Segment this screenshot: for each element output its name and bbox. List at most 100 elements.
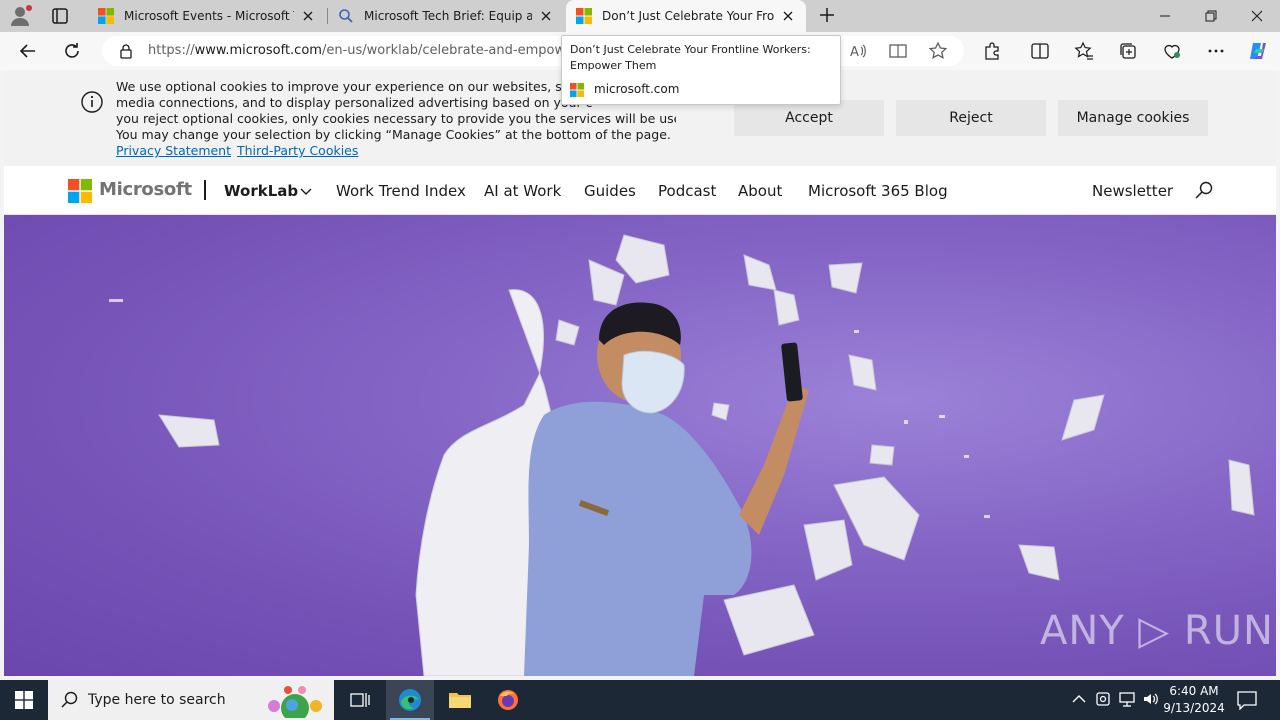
paper-fragment — [555, 319, 580, 346]
immersive-reader-icon[interactable] — [886, 39, 910, 63]
man-shirt — [524, 401, 752, 676]
cookie-links: Privacy Statement Third-Party Cookies — [116, 143, 360, 158]
tab-actions-icon[interactable] — [48, 4, 72, 28]
favorite-star-icon[interactable] — [926, 39, 950, 63]
tab-title: Microsoft Tech Brief: Equip and E — [364, 9, 532, 23]
refresh-icon[interactable] — [60, 39, 84, 63]
tab-hover-tooltip: Don’t Just Celebrate Your Frontline Work… — [561, 35, 841, 105]
chevron-up-icon[interactable] — [1070, 690, 1088, 708]
manage-cookies-button[interactable]: Manage cookies — [1058, 100, 1208, 136]
paper-fragment — [158, 414, 220, 448]
security-icon[interactable] — [1094, 690, 1112, 708]
paper-fragment — [848, 354, 877, 391]
taskbar-search-box[interactable]: Type here to search — [48, 680, 334, 720]
nav-divider — [204, 180, 206, 200]
chevron-down-icon[interactable] — [300, 188, 312, 196]
tab-microsoft-events[interactable]: Microsoft Events - Microsoft Tech — [88, 0, 326, 32]
paper-fragment — [743, 254, 777, 291]
nav-item-work-trend-index[interactable]: Work Trend Index — [336, 182, 466, 200]
volume-icon[interactable] — [1142, 690, 1160, 708]
close-tab-icon[interactable] — [780, 8, 796, 24]
anyrun-watermark: ANY ▷ RUN — [1040, 608, 1274, 654]
profile-icon[interactable] — [8, 4, 34, 28]
taskbar-clock[interactable]: 6:40 AM 9/13/2024 — [1162, 683, 1226, 717]
info-icon — [81, 91, 103, 113]
minimize-icon[interactable] — [1142, 0, 1188, 32]
split-screen-icon[interactable] — [1028, 39, 1052, 63]
close-tab-icon[interactable] — [538, 8, 554, 24]
paper-speck — [964, 455, 969, 458]
microsoft-logo-icon — [98, 8, 114, 24]
firefox-icon[interactable] — [484, 680, 532, 720]
paper-fragment — [803, 519, 853, 581]
tooltip-domain: microsoft.com — [594, 82, 680, 96]
favorites-icon[interactable] — [1072, 39, 1096, 63]
privacy-statement-link[interactable]: Privacy Statement — [116, 143, 231, 158]
browser-essentials-icon[interactable] — [1160, 39, 1184, 63]
paper-fragment — [711, 402, 730, 421]
hero-illustration — [109, 234, 1255, 676]
microsoft-logo-icon — [570, 83, 584, 97]
clock-time: 6:40 AM — [1169, 684, 1219, 698]
search-highlight-icon — [268, 686, 322, 718]
nav-worklab[interactable]: WorkLab — [224, 182, 298, 200]
extensions-icon[interactable] — [980, 39, 1004, 63]
edge-taskbar-icon[interactable] — [386, 680, 434, 720]
paper-speck — [984, 515, 990, 518]
search-icon[interactable] — [1194, 180, 1214, 200]
url-text[interactable]: https://www.microsoft.com/en-us/worklab/… — [148, 43, 568, 58]
windows-start-icon[interactable] — [0, 680, 48, 720]
accept-cookies-button[interactable]: Accept — [734, 100, 884, 136]
svg-text:A: A — [850, 45, 859, 60]
cookie-text-line: you reject optional cookies, only cookie… — [116, 111, 676, 126]
cookie-text-line: You may change your selection by clickin… — [116, 127, 671, 142]
paper-fragment — [1228, 459, 1255, 516]
tab-microsoft-tech-brief[interactable]: Microsoft Tech Brief: Equip and E — [328, 0, 564, 32]
nav-item-ai-at-work[interactable]: AI at Work — [484, 182, 561, 200]
web-page: We use optional cookies to improve your … — [4, 70, 1276, 676]
collections-icon[interactable] — [1116, 39, 1140, 63]
nav-item-guides[interactable]: Guides — [584, 182, 636, 200]
paper-speck — [854, 330, 859, 333]
man-arm — [739, 385, 809, 535]
more-options-icon[interactable] — [1204, 39, 1228, 63]
paper-speck — [109, 299, 123, 302]
microsoft-logo-text[interactable]: Microsoft — [99, 179, 192, 200]
url-path: /en-us/worklab/celebrate-and-empower- — [321, 43, 568, 58]
nav-item-microsoft-365-blog[interactable]: Microsoft 365 Blog — [808, 182, 948, 200]
file-explorer-icon[interactable] — [436, 680, 484, 720]
paper-fragment — [869, 444, 895, 466]
paper-fragment — [773, 289, 800, 326]
search-icon — [61, 691, 78, 708]
site-navigation: Microsoft WorkLab Work Trend Index AI at… — [4, 166, 1276, 215]
nav-item-podcast[interactable]: Podcast — [658, 182, 716, 200]
network-icon[interactable] — [1118, 690, 1136, 708]
paper-fragment — [588, 259, 625, 306]
third-party-cookies-link[interactable]: Third-Party Cookies — [237, 143, 358, 158]
paper-fragment — [723, 584, 815, 656]
restore-icon[interactable] — [1188, 0, 1234, 32]
close-tab-icon[interactable] — [300, 8, 316, 24]
reject-cookies-button[interactable]: Reject — [896, 100, 1046, 136]
nav-item-about[interactable]: About — [738, 182, 782, 200]
url-host: www.microsoft.com — [194, 43, 322, 58]
microsoft-logo-icon[interactable] — [68, 179, 92, 203]
back-arrow-icon[interactable] — [16, 39, 40, 63]
nav-newsletter[interactable]: Newsletter — [1092, 182, 1173, 200]
url-prefix: https:// — [148, 43, 195, 58]
lock-icon[interactable] — [118, 43, 134, 59]
new-tab-icon[interactable] — [816, 4, 838, 26]
search-icon — [339, 9, 353, 23]
paper-fragment — [1061, 394, 1105, 441]
tab-frontline-workers[interactable]: Don’t Just Celebrate Your Frontlin — [566, 0, 806, 32]
taskbar-search-placeholder: Type here to search — [88, 692, 226, 708]
paper-speck — [904, 420, 908, 424]
paper-fragment — [1018, 544, 1060, 581]
clock-date: 9/13/2024 — [1163, 701, 1225, 715]
read-aloud-icon[interactable]: A — [846, 39, 870, 63]
paper-fragment — [828, 262, 863, 294]
close-window-icon[interactable] — [1234, 0, 1280, 32]
copilot-icon[interactable] — [1246, 39, 1270, 63]
task-view-icon[interactable] — [336, 680, 384, 720]
notification-icon[interactable] — [1236, 690, 1258, 710]
